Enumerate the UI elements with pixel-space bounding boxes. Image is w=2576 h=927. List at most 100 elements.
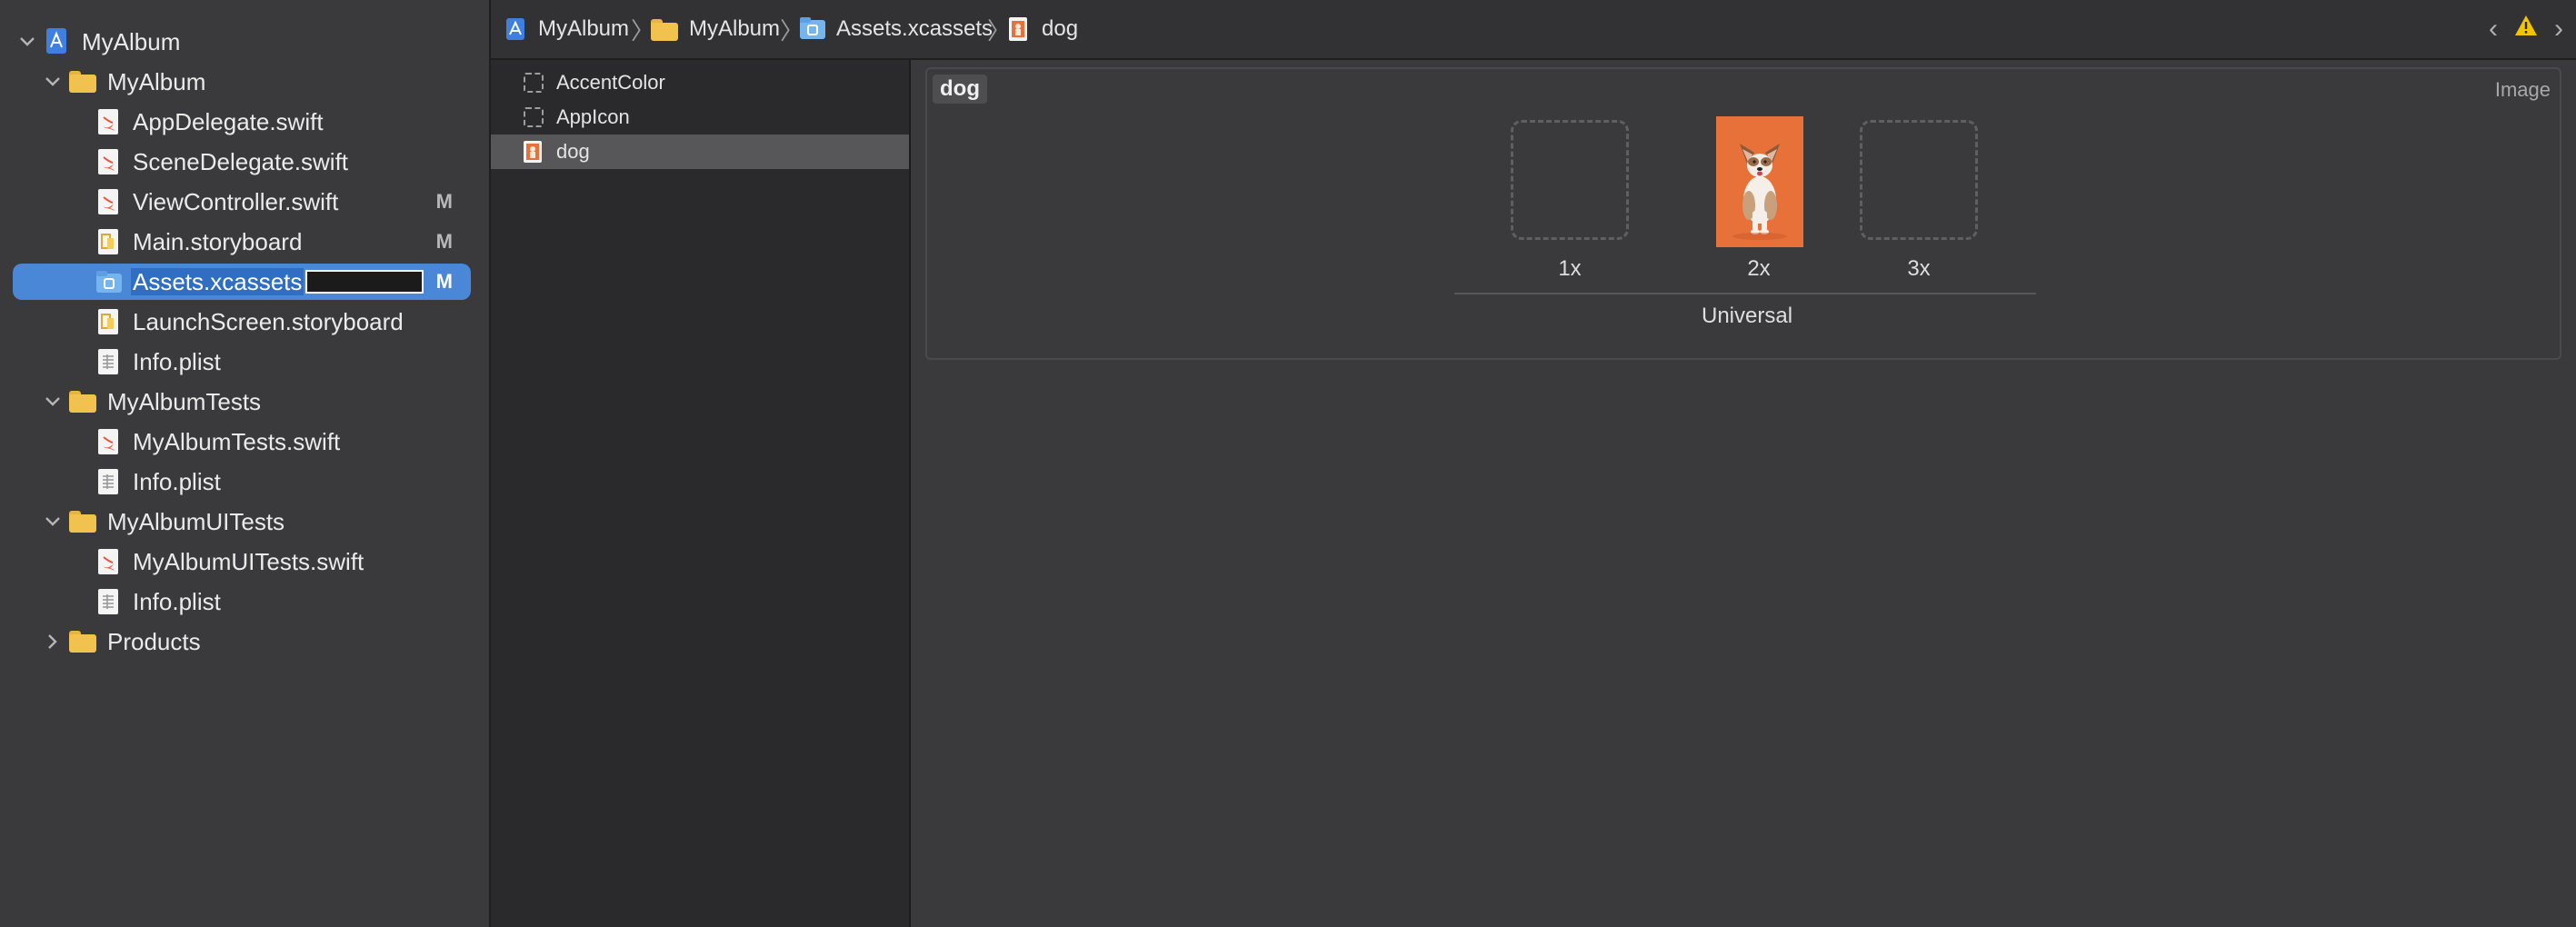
nav-item-label: MyAlbumTests (107, 387, 262, 415)
nav-item-folder-products[interactable]: Products (0, 622, 489, 662)
nav-item-label: MyAlbumUITests.swift (133, 547, 364, 575)
plist-file-icon (98, 349, 124, 378)
nav-item-label: Assets.xcassets (131, 267, 305, 296)
chevron-down-icon[interactable] (42, 511, 64, 533)
slot-label-2x: 2x (1747, 256, 1771, 281)
asset-item-label: dog (556, 140, 590, 163)
breadcrumb-label: MyAlbum (538, 16, 630, 41)
breadcrumb-separator-icon: 〉 (987, 17, 1012, 45)
image-set-name[interactable]: dog (933, 75, 987, 104)
image-set-panel[interactable]: dog Image 1x 2x 3x Universal (925, 67, 2561, 360)
nav-item-label: Main.storyboard (133, 227, 303, 255)
slot-label-1x: 1x (1558, 256, 1582, 281)
empty-image-well (1511, 120, 1629, 240)
nav-item-label: Info.plist (133, 467, 221, 495)
folder-icon (651, 17, 678, 41)
storyboard-file-icon (98, 309, 124, 338)
app-icon-set-icon (524, 107, 545, 129)
swift-file-icon (98, 149, 124, 178)
plist-file-icon (98, 589, 124, 618)
nav-item-label: MyAlbumUITests (107, 507, 285, 535)
nav-item-file[interactable]: Main.storyboard M (0, 222, 489, 262)
empty-image-well (1860, 120, 1978, 240)
folder-icon (69, 391, 96, 420)
scm-modified-badge: M (435, 270, 453, 293)
nav-item-file[interactable]: SceneDelegate.swift (0, 142, 489, 182)
breadcrumb-label: Assets.xcassets (836, 16, 993, 41)
chevron-down-icon[interactable] (42, 391, 64, 413)
asset-catalog-list: AccentColor AppIcon dog (491, 60, 911, 927)
swift-file-icon (98, 549, 124, 578)
nav-item-label: MyAlbum (82, 27, 181, 55)
scm-modified-badge: M (435, 230, 453, 253)
nav-item-folder-myalbum[interactable]: MyAlbum (0, 62, 489, 102)
nav-item-file[interactable]: Info.plist (0, 462, 489, 502)
breadcrumb-label: dog (1042, 16, 1079, 41)
breadcrumb-folder[interactable]: MyAlbum (651, 0, 780, 58)
chevron-down-icon[interactable] (42, 71, 64, 93)
rename-text-selection[interactable]: Assets.xcassets (131, 267, 305, 295)
nav-item-file[interactable]: AppDelegate.swift (0, 102, 489, 142)
breadcrumb-label: MyAlbum (689, 16, 781, 41)
nav-item-file[interactable]: Info.plist (0, 582, 489, 622)
asset-item-label: AppIcon (556, 105, 630, 128)
image-slot-1x[interactable] (1511, 120, 1629, 240)
rename-field[interactable] (305, 270, 424, 294)
color-set-icon (524, 73, 545, 95)
nav-item-project[interactable]: MyAlbum (0, 22, 489, 62)
folder-icon (69, 71, 96, 100)
asset-item-accentcolor[interactable]: AccentColor (491, 65, 909, 100)
image-slot-2x[interactable] (1700, 116, 1818, 247)
asset-item-label: AccentColor (556, 71, 665, 94)
nav-item-label: Products (107, 627, 201, 655)
asset-item-dog[interactable]: dog (491, 135, 909, 169)
chevron-left-icon[interactable]: ‹ (2489, 15, 2498, 43)
nav-item-assets-selected[interactable]: Assets.xcassets M (0, 262, 489, 302)
asset-catalog-icon (96, 271, 122, 300)
nav-item-file[interactable]: ViewController.swift M (0, 182, 489, 222)
asset-editor: dog Image 1x 2x 3x Universal (911, 60, 2576, 927)
nav-item-file[interactable]: MyAlbumUITests.swift (0, 542, 489, 582)
xcode-project-icon (45, 27, 71, 56)
nav-item-label: Info.plist (133, 587, 221, 615)
chevron-right-icon[interactable] (42, 631, 64, 653)
nav-item-file[interactable]: Info.plist (0, 342, 489, 382)
image-file-icon (1009, 17, 1031, 41)
project-icon (505, 17, 527, 41)
plist-file-icon (98, 469, 124, 498)
nav-item-label: ViewController.swift (133, 187, 339, 215)
breadcrumb-assets[interactable]: Assets.xcassets (800, 0, 993, 58)
device-group-label: Universal (1702, 304, 1793, 328)
scm-modified-badge: M (435, 190, 453, 213)
folder-icon (69, 631, 96, 660)
device-group-divider (1454, 293, 2036, 294)
asset-item-appicon[interactable]: AppIcon (491, 100, 909, 135)
swift-file-icon (98, 429, 124, 458)
nav-item-file[interactable]: LaunchScreen.storyboard (0, 302, 489, 342)
breadcrumb-project[interactable]: MyAlbum (505, 0, 629, 58)
jump-bar: MyAlbum 〉 MyAlbum 〉 Assets.xcassets 〉 do… (491, 0, 2576, 60)
image-slot-3x[interactable] (1860, 120, 1978, 240)
nav-item-folder-uitests[interactable]: MyAlbumUITests (0, 502, 489, 542)
breadcrumb-image[interactable]: dog (1009, 0, 1078, 58)
jumpbar-controls: ‹ › (2489, 15, 2563, 43)
image-set-type: Image (2494, 78, 2551, 101)
swift-file-icon (98, 109, 124, 138)
nav-item-file[interactable]: MyAlbumTests.swift (0, 422, 489, 462)
project-navigator: MyAlbum MyAlbum AppDelegate.swift SceneD… (0, 0, 491, 927)
swift-file-icon (98, 189, 124, 218)
chevron-right-icon[interactable]: › (2554, 15, 2563, 43)
nav-item-label: MyAlbumTests.swift (133, 427, 341, 455)
warning-icon[interactable] (2514, 15, 2538, 43)
nav-item-label: MyAlbum (107, 67, 206, 95)
nav-item-folder-tests[interactable]: MyAlbumTests (0, 382, 489, 422)
nav-item-label: Info.plist (133, 347, 221, 375)
image-set-icon (524, 141, 545, 163)
nav-item-label: AppDelegate.swift (133, 107, 324, 135)
chevron-down-icon[interactable] (16, 31, 38, 53)
nav-item-label: LaunchScreen.storyboard (133, 307, 404, 335)
assets-icon (800, 17, 825, 41)
nav-item-label: SceneDelegate.swift (133, 147, 349, 175)
dog-photo-thumbnail[interactable] (1716, 116, 1803, 247)
slot-label-3x: 3x (1907, 256, 1931, 281)
